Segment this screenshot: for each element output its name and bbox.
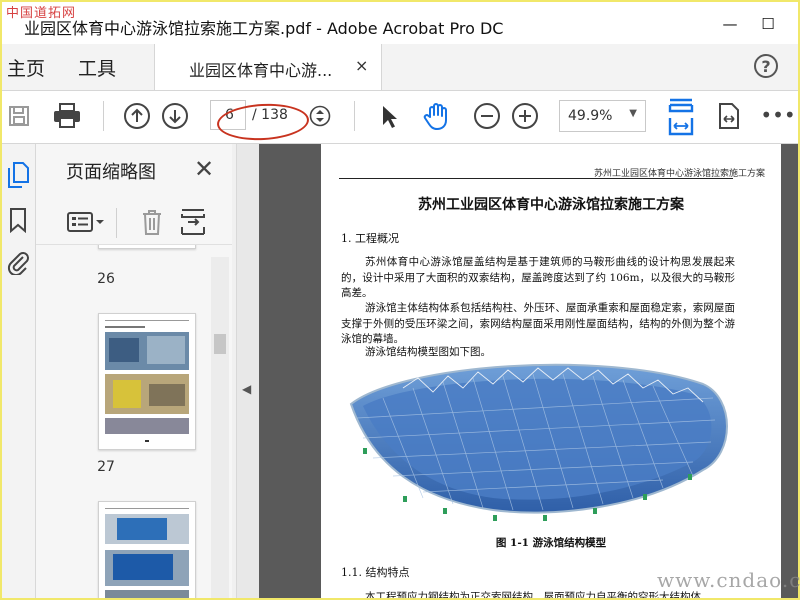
page-stepper-icon[interactable] [308, 104, 332, 128]
zoom-in-icon[interactable] [511, 102, 539, 130]
tab-bar: 主页 工具 业园区体育中心游... × ? [2, 44, 798, 91]
window-title: 业园区体育中心游泳馆拉索施工方案.pdf - Adobe Acrobat Pro… [24, 19, 504, 38]
nav-tools[interactable]: 工具 [78, 54, 116, 81]
save-icon[interactable] [6, 103, 32, 129]
trash-icon[interactable] [139, 208, 165, 236]
document-page: 苏州工业园区体育中心游泳馆拉索施工方案 苏州工业园区体育中心游泳馆拉索施工方案 … [321, 144, 781, 598]
section-heading: 1. 工程概况 [341, 232, 399, 245]
more-options-icon[interactable]: ••• [760, 103, 795, 127]
panel-toolbar [36, 200, 232, 245]
help-icon[interactable]: ? [754, 54, 778, 78]
paragraph: 游泳馆主体结构体系包括结构柱、外压环、屋面承重索和屋面稳定索，索网屋面支撑于外侧… [341, 302, 735, 345]
minimize-button[interactable]: — [720, 14, 740, 34]
thumbnail-page-number: 26 [97, 271, 115, 287]
zoom-value: 49.9% [568, 108, 613, 124]
section-heading: 1.1. 结构特点 [341, 566, 410, 579]
document-tab-label: 业园区体育中心游... [189, 61, 333, 80]
document-view: 苏州工业园区体育中心游泳馆拉索施工方案 苏州工业园区体育中心游泳馆拉索施工方案 … [259, 144, 798, 598]
toolbar-divider [354, 101, 355, 131]
collapse-left-icon[interactable]: ◀ [242, 382, 251, 396]
main-toolbar: 6 / 138 49.9% ▼ ••• [2, 91, 798, 144]
insert-page-icon[interactable] [179, 208, 207, 236]
thumbnail-page-number: 27 [97, 459, 115, 475]
rotate-view-icon[interactable] [715, 101, 743, 131]
attachment-icon[interactable] [5, 248, 31, 276]
site-watermark-bottom: www.cndao.com [657, 568, 800, 592]
toolbar-divider [103, 101, 104, 131]
page-thumbnail[interactable] [98, 501, 196, 598]
header-rule [339, 178, 733, 179]
select-cursor-icon[interactable] [376, 103, 402, 131]
thumbnails-panel: 页面缩略图 ✕ 26 27 [36, 144, 232, 598]
navigation-rail [2, 144, 36, 598]
nav-home[interactable]: 主页 [7, 54, 45, 81]
panel-divider [116, 208, 117, 238]
chevron-down-icon: ▼ [629, 108, 637, 119]
structure-model-figure [343, 358, 735, 530]
bookmark-icon[interactable] [7, 206, 29, 234]
previous-page-icon[interactable] [123, 102, 151, 130]
print-icon[interactable] [52, 101, 82, 131]
page-thumbnail[interactable] [98, 245, 196, 249]
maximize-button[interactable]: ☐ [758, 14, 778, 34]
fit-page-icon[interactable] [666, 97, 696, 137]
figure-caption: 图 1-1 游泳馆结构模型 [495, 537, 607, 549]
panel-title: 页面缩略图 [66, 162, 156, 183]
zoom-select[interactable]: 49.9% ▼ [559, 100, 646, 132]
panel-collapse-strip[interactable]: ◀ [236, 144, 260, 598]
next-page-icon[interactable] [161, 102, 189, 130]
page-thumbnails-icon[interactable] [5, 160, 31, 190]
title-bar: 中国道拓网 业园区体育中心游泳馆拉索施工方案.pdf - Adobe Acrob… [2, 2, 798, 44]
thumbnails-scrollbar[interactable] [211, 257, 229, 598]
hand-tool-icon[interactable] [420, 99, 454, 133]
thumbnail-options-icon[interactable] [66, 210, 106, 234]
paragraph: 苏州体育中心游泳馆屋盖结构是基于建筑师的马鞍形曲线的设计构思发展起来的，设计中采… [341, 256, 735, 299]
zoom-out-icon[interactable] [473, 102, 501, 130]
scrollbar-thumb[interactable] [214, 334, 226, 354]
document-tab[interactable]: 业园区体育中心游... × [154, 44, 382, 90]
page-thumbnail[interactable] [98, 313, 196, 450]
close-tab-icon[interactable]: × [355, 56, 368, 75]
close-panel-icon[interactable]: ✕ [194, 155, 214, 183]
document-title: 苏州工业园区体育中心游泳馆拉索施工方案 [418, 197, 684, 213]
thumbnails-list: 26 27 [36, 245, 216, 598]
